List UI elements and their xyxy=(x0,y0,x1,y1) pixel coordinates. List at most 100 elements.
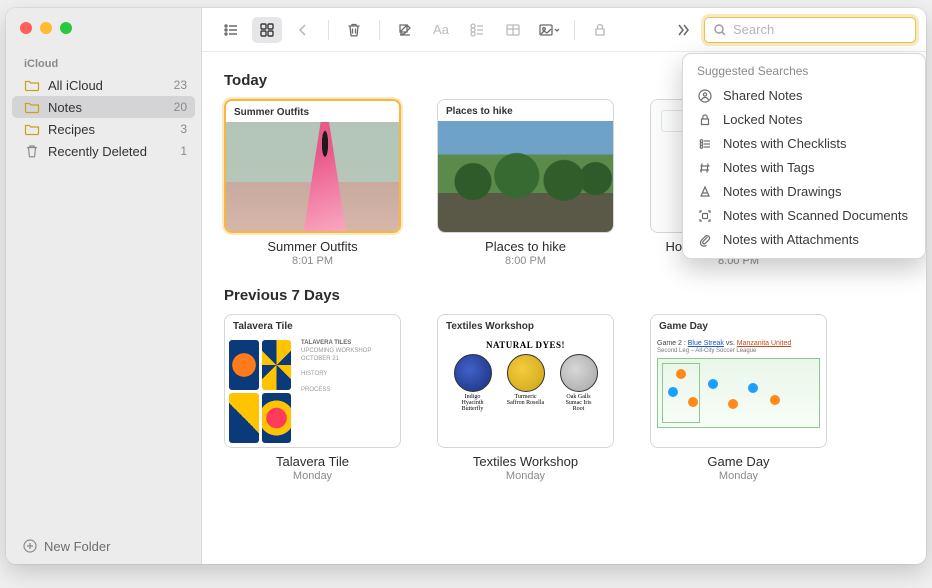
toolbar: Aa xyxy=(202,8,926,52)
note-timestamp: 8:01 PM xyxy=(224,255,401,267)
table-button[interactable] xyxy=(498,17,528,43)
note-timestamp: Monday xyxy=(437,470,614,482)
format-button[interactable]: Aa xyxy=(426,17,456,43)
note-card[interactable]: Talavera Tile TALAVERA TILES UPCOMING WO… xyxy=(224,314,401,482)
thumb-text: Turmeric Saffron Rosella xyxy=(507,394,545,412)
folder-icon xyxy=(24,99,40,115)
minimize-window-button[interactable] xyxy=(40,22,52,34)
note-thumb-image: NATURAL DYES! Indigo Hyacinth Butterfly … xyxy=(438,336,613,447)
search-input[interactable] xyxy=(733,22,909,37)
note-title: Game Day xyxy=(650,454,827,469)
notes-grid-prev7: Talavera Tile TALAVERA TILES UPCOMING WO… xyxy=(224,314,904,482)
note-thumb-title: Textiles Workshop xyxy=(438,315,613,336)
delete-button[interactable] xyxy=(339,17,369,43)
suggested-label: Notes with Checklists xyxy=(723,136,847,151)
note-thumb: Textiles Workshop NATURAL DYES! Indigo H… xyxy=(437,314,614,448)
sidebar-item-label: Notes xyxy=(48,100,166,115)
note-thumb: Game Day Game 2 : Blue Streak vs. Manzan… xyxy=(650,314,827,448)
search-wrap: Suggested Searches Shared Notes Locked N… xyxy=(704,17,916,43)
suggested-label: Locked Notes xyxy=(723,112,803,127)
pencil-tip-icon xyxy=(697,184,713,200)
note-thumb-image: Game 2 : Blue Streak vs. Manzanita Unite… xyxy=(651,336,826,447)
thumb-text: Second Leg – All-City Soccer League xyxy=(657,348,820,354)
note-thumb-title: Talavera Tile xyxy=(225,315,400,336)
suggested-drawings[interactable]: Notes with Drawings xyxy=(683,180,925,204)
thumb-text: Indigo Hyacinth Butterfly xyxy=(454,394,492,412)
suggested-label: Notes with Scanned Documents xyxy=(723,208,908,223)
thumb-text: TALAVERA TILES xyxy=(301,340,394,348)
lock-icon xyxy=(697,112,713,128)
suggested-shared-notes[interactable]: Shared Notes xyxy=(683,84,925,108)
traffic-lights xyxy=(20,22,72,34)
note-thumb-title: Places to hike xyxy=(438,100,613,121)
note-thumb: Places to hike xyxy=(437,99,614,233)
search-icon xyxy=(713,23,727,37)
thumb-text: Game 2 : Blue Streak vs. Manzanita Unite… xyxy=(657,340,820,347)
search-field[interactable] xyxy=(704,17,916,43)
compose-button[interactable] xyxy=(390,17,420,43)
suggested-locked-notes[interactable]: Locked Notes xyxy=(683,108,925,132)
sidebar-item-notes[interactable]: Notes 20 xyxy=(12,96,195,118)
note-thumb: Talavera Tile TALAVERA TILES UPCOMING WO… xyxy=(224,314,401,448)
toolbar-separator xyxy=(379,20,380,40)
note-card[interactable]: Game Day Game 2 : Blue Streak vs. Manzan… xyxy=(650,314,827,482)
note-thumb-title: Game Day xyxy=(651,315,826,336)
note-title: Talavera Tile xyxy=(224,454,401,469)
note-thumb-image xyxy=(226,122,399,231)
main-panel: Aa xyxy=(202,8,926,564)
note-thumb-image xyxy=(438,121,613,232)
sidebar: iCloud All iCloud 23 Notes 20 Recipes 3 xyxy=(6,8,202,564)
thumb-text: NATURAL DYES! xyxy=(446,340,605,350)
sidebar-item-label: All iCloud xyxy=(48,78,166,93)
note-timestamp: Monday xyxy=(650,470,827,482)
new-folder-label: New Folder xyxy=(44,539,110,554)
checklist-button[interactable] xyxy=(462,17,492,43)
section-title: Previous 7 Days xyxy=(224,287,904,304)
more-button[interactable] xyxy=(668,17,698,43)
trash-icon xyxy=(24,143,40,159)
fullscreen-window-button[interactable] xyxy=(60,22,72,34)
suggested-tags[interactable]: Notes with Tags xyxy=(683,156,925,180)
sidebar-item-recipes[interactable]: Recipes 3 xyxy=(6,118,201,140)
notes-window: iCloud All iCloud 23 Notes 20 Recipes 3 xyxy=(6,8,926,564)
sidebar-item-label: Recently Deleted xyxy=(48,144,172,159)
thumb-text: OCTOBER 21 xyxy=(301,356,394,364)
paperclip-icon xyxy=(697,232,713,248)
checklist-icon xyxy=(697,136,713,152)
note-timestamp: Monday xyxy=(224,470,401,482)
sidebar-item-count: 20 xyxy=(174,100,187,114)
back-button[interactable] xyxy=(288,17,318,43)
suggested-scanned-docs[interactable]: Notes with Scanned Documents xyxy=(683,204,925,228)
note-thumb-image: TALAVERA TILES UPCOMING WORKSHOP OCTOBER… xyxy=(225,336,400,447)
note-thumb-title: Summer Outfits xyxy=(226,101,399,122)
close-window-button[interactable] xyxy=(20,22,32,34)
new-folder-button[interactable]: New Folder xyxy=(6,528,201,564)
sidebar-item-all-icloud[interactable]: All iCloud 23 xyxy=(6,74,201,96)
grid-view-button[interactable] xyxy=(252,17,282,43)
note-card[interactable]: Places to hike Places to hike 8:00 PM xyxy=(437,99,614,267)
sidebar-item-recently-deleted[interactable]: Recently Deleted 1 xyxy=(6,140,201,162)
note-timestamp: 8:00 PM xyxy=(437,255,614,267)
toolbar-separator xyxy=(574,20,575,40)
list-view-button[interactable] xyxy=(216,17,246,43)
suggested-checklists[interactable]: Notes with Checklists xyxy=(683,132,925,156)
lock-button[interactable] xyxy=(585,17,615,43)
thumb-text: Oak Galls Sumac Iris Root xyxy=(560,394,598,412)
sidebar-section-label: iCloud xyxy=(6,52,201,74)
aa-icon: Aa xyxy=(433,22,449,37)
note-title: Summer Outfits xyxy=(224,239,401,254)
media-button[interactable] xyxy=(534,17,564,43)
note-card[interactable]: Summer Outfits Summer Outfits 8:01 PM xyxy=(224,99,401,267)
plus-circle-icon xyxy=(22,538,38,554)
thumb-text: PROCESS xyxy=(301,387,394,395)
folder-icon xyxy=(24,121,40,137)
scan-icon xyxy=(697,208,713,224)
note-card[interactable]: Textiles Workshop NATURAL DYES! Indigo H… xyxy=(437,314,614,482)
folder-icon xyxy=(24,77,40,93)
hash-icon xyxy=(697,160,713,176)
suggested-searches-popover: Suggested Searches Shared Notes Locked N… xyxy=(682,53,926,259)
note-thumb: Summer Outfits xyxy=(224,99,401,233)
suggested-label: Shared Notes xyxy=(723,88,803,103)
suggested-attachments[interactable]: Notes with Attachments xyxy=(683,228,925,252)
suggested-label: Notes with Tags xyxy=(723,160,815,175)
